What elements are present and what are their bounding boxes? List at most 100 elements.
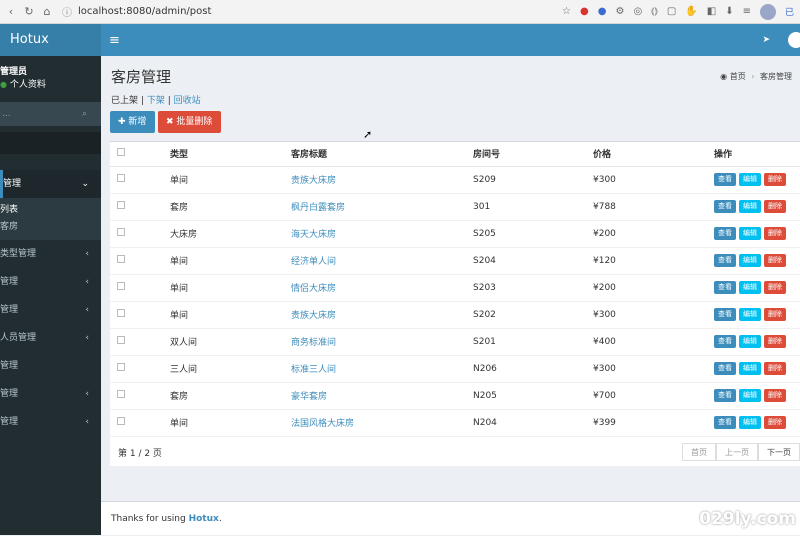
sidebar-item-room-management[interactable]: 管理⌄	[0, 170, 101, 198]
sidebar-search[interactable]: ... ⌕	[0, 102, 101, 126]
room-title-link[interactable]: 贵族大床房	[291, 311, 336, 321]
view-button[interactable]: 查看	[714, 389, 736, 402]
tab-recycle-bin[interactable]: 回收站	[174, 96, 201, 106]
edit-button[interactable]: 编辑	[739, 416, 761, 429]
view-button[interactable]: 查看	[714, 362, 736, 375]
edit-button[interactable]: 编辑	[739, 362, 761, 375]
sidebar-item-4[interactable]: 管理‹	[0, 296, 101, 324]
extension-translate-icon[interactable]: ⚙	[615, 6, 624, 17]
row-checkbox[interactable]	[117, 309, 125, 317]
view-button[interactable]: 查看	[714, 200, 736, 213]
view-button[interactable]: 查看	[714, 335, 736, 348]
delete-button[interactable]: 删除	[764, 416, 786, 429]
sidebar-subitem-list[interactable]: 列表	[0, 202, 101, 219]
edit-button[interactable]: 编辑	[739, 281, 761, 294]
room-title-link[interactable]: 贵族大床房	[291, 176, 336, 186]
room-title-link[interactable]: 情侣大床房	[291, 284, 336, 294]
view-button[interactable]: 查看	[714, 173, 736, 186]
row-checkbox[interactable]	[117, 174, 125, 182]
sidebar-item-7[interactable]: 管理‹	[0, 380, 101, 408]
delete-button[interactable]: 删除	[764, 200, 786, 213]
delete-button[interactable]: 删除	[764, 227, 786, 240]
room-title-link[interactable]: 豪华套房	[291, 392, 327, 402]
extension-bracket-icon[interactable]: ⦅⦆	[651, 6, 658, 17]
download-icon[interactable]: ⬇	[725, 6, 733, 17]
edit-button[interactable]: 编辑	[739, 335, 761, 348]
edit-button[interactable]: 编辑	[739, 173, 761, 186]
delete-button[interactable]: 删除	[764, 281, 786, 294]
delete-button[interactable]: 删除	[764, 173, 786, 186]
prev-page-button[interactable]: 上一页	[716, 443, 758, 461]
tab-unlisted[interactable]: 下架	[147, 96, 165, 106]
cell-room: S204	[473, 247, 593, 274]
send-icon[interactable]: ➤	[762, 35, 770, 45]
edit-button[interactable]: 编辑	[739, 308, 761, 321]
cell-title: 贵族大床房	[291, 166, 473, 193]
sidebar-item-type[interactable]: 类型管理‹	[0, 240, 101, 268]
sidebar-item-3[interactable]: 管理‹	[0, 268, 101, 296]
app-logo[interactable]: Hotux	[0, 24, 101, 56]
row-checkbox[interactable]	[117, 255, 125, 263]
edit-button[interactable]: 编辑	[739, 227, 761, 240]
room-title-link[interactable]: 标准三人间	[291, 365, 336, 375]
breadcrumb-home[interactable]: 首页	[730, 72, 746, 81]
sidebar-submenu: 列表 客房	[0, 198, 101, 240]
hamburger-menu-icon[interactable]: ≡	[109, 33, 120, 48]
extension-red-icon[interactable]: ●	[580, 6, 589, 17]
row-checkbox[interactable]	[117, 282, 125, 290]
add-button[interactable]: ✚ 新增	[110, 111, 155, 133]
select-all-checkbox[interactable]	[117, 148, 125, 156]
tab-listed[interactable]: 已上架	[111, 96, 138, 106]
sidebar: Hotux 管理员 ● 个人资料 ... ⌕ 管理⌄ 列表 客房 类型管理‹ 管…	[0, 24, 101, 535]
delete-button[interactable]: 删除	[764, 254, 786, 267]
search-icon[interactable]: ⌕	[82, 109, 87, 119]
first-page-button[interactable]: 首页	[682, 443, 716, 461]
bookmark-star-icon[interactable]: ☆	[562, 6, 571, 17]
sidebar-item-6[interactable]: 管理	[0, 352, 101, 380]
row-checkbox[interactable]	[117, 363, 125, 371]
footer-brand-link[interactable]: Hotux	[189, 514, 219, 524]
extension-hand-icon[interactable]: ✋	[685, 6, 697, 17]
room-title-link[interactable]: 商务标准间	[291, 338, 336, 348]
edit-button[interactable]: 编辑	[739, 200, 761, 213]
delete-button[interactable]: 删除	[764, 389, 786, 402]
room-title-link[interactable]: 经济单人间	[291, 257, 336, 267]
batch-delete-button[interactable]: ✖ 批量删除	[158, 111, 221, 133]
address-bar[interactable]: ⓘ localhost:8080/admin/post	[54, 3, 562, 21]
room-title-link[interactable]: 枫丹白露套房	[291, 203, 345, 213]
user-status[interactable]: ● 个人资料	[0, 78, 101, 92]
row-checkbox[interactable]	[117, 228, 125, 236]
home-icon[interactable]: ⌂	[40, 5, 54, 18]
search-input[interactable]: ...	[2, 109, 11, 119]
row-checkbox[interactable]	[117, 417, 125, 425]
edit-button[interactable]: 编辑	[739, 389, 761, 402]
room-title-link[interactable]: 海天大床房	[291, 230, 336, 240]
row-checkbox[interactable]	[117, 201, 125, 209]
reload-icon[interactable]: ↻	[22, 5, 36, 18]
row-checkbox[interactable]	[117, 390, 125, 398]
delete-button[interactable]: 删除	[764, 362, 786, 375]
sidebar-item-staff[interactable]: 人员管理‹	[0, 324, 101, 352]
view-button[interactable]: 查看	[714, 227, 736, 240]
sidebar-subitem-room[interactable]: 客房	[0, 219, 101, 236]
edit-button[interactable]: 编辑	[739, 254, 761, 267]
delete-button[interactable]: 删除	[764, 308, 786, 321]
next-page-button[interactable]: 下一页	[758, 443, 800, 461]
extension-blue-icon[interactable]: ●	[598, 6, 607, 17]
row-checkbox[interactable]	[117, 336, 125, 344]
view-button[interactable]: 查看	[714, 308, 736, 321]
row-select-cell	[110, 301, 170, 328]
profile-avatar[interactable]	[760, 4, 776, 20]
view-button[interactable]: 查看	[714, 281, 736, 294]
view-button[interactable]: 查看	[714, 254, 736, 267]
view-button[interactable]: 查看	[714, 416, 736, 429]
avatar[interactable]	[788, 32, 800, 48]
menu-icon[interactable]: ≡	[743, 6, 751, 17]
extension-sticky-icon[interactable]: ◧	[707, 6, 716, 17]
delete-button[interactable]: 删除	[764, 335, 786, 348]
sidebar-item-8[interactable]: 管理‹	[0, 408, 101, 436]
back-icon[interactable]: ‹	[4, 5, 18, 18]
room-title-link[interactable]: 法国风格大床房	[291, 419, 354, 429]
extension-shield-icon[interactable]: ▢	[667, 6, 676, 17]
extension-gray-icon[interactable]: ◎	[633, 6, 642, 17]
